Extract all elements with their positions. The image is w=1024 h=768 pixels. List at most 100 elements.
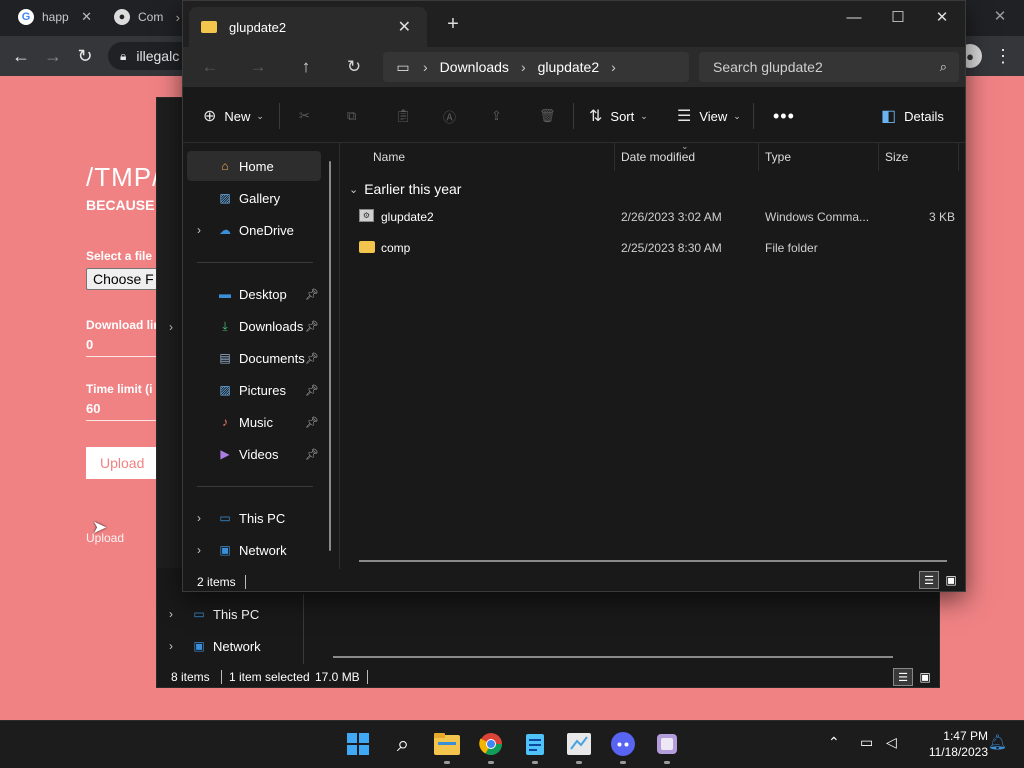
- clock-date[interactable]: 11/18/2023: [912, 745, 988, 759]
- time-limit-label: Time limit (i: [86, 382, 153, 396]
- file-row[interactable]: comp 2/25/2023 8:30 AM File folder: [355, 236, 959, 260]
- toolbar-divider: [279, 103, 280, 129]
- address-box[interactable]: ▭ › Downloads › glupdate2 ›: [383, 52, 689, 82]
- search-input[interactable]: Search glupdate2 ⌕: [699, 52, 959, 82]
- forward-arrow-icon[interactable]: →: [38, 40, 68, 72]
- breadcrumb-downloads[interactable]: Downloads: [440, 59, 509, 75]
- cut-icon[interactable]: ✂: [299, 102, 310, 130]
- back-arrow-icon[interactable]: ←: [6, 40, 36, 72]
- notification-bell-icon[interactable]: 🔔︎: [988, 733, 1007, 751]
- status-item-count: 2 items: [197, 575, 236, 589]
- chevron-right-icon[interactable]: ›: [611, 59, 616, 75]
- nav-item-gallery[interactable]: ▨ Gallery: [187, 183, 321, 213]
- nav-item-network[interactable]: › ▣ Network: [187, 535, 321, 565]
- time-limit-input[interactable]: 60: [86, 401, 100, 416]
- nav-item-music[interactable]: ♪ Music 📌︎: [187, 407, 321, 437]
- column-header-size[interactable]: Size: [877, 143, 959, 171]
- explorer-tab[interactable]: glupdate2 ✕: [189, 7, 427, 47]
- column-header-type[interactable]: Type: [757, 143, 879, 171]
- nav-label: This PC: [213, 606, 260, 622]
- nav-label: Videos: [239, 446, 279, 462]
- nav-label: Downloads: [239, 318, 304, 334]
- nav-item-documents[interactable]: ▤ Documents 📌︎: [187, 343, 321, 373]
- horizontal-scrollbar[interactable]: [333, 656, 893, 658]
- paint-icon[interactable]: [563, 728, 595, 760]
- details-view-icon[interactable]: ☰: [893, 668, 913, 686]
- view-button[interactable]: ☰ View ⌄: [677, 102, 741, 130]
- close-browser-icon[interactable]: ✕: [984, 4, 1016, 28]
- back-arrow-icon[interactable]: ←: [193, 53, 227, 81]
- running-indicator: [664, 761, 670, 764]
- reload-icon[interactable]: ↻: [70, 40, 100, 72]
- nav-item-desktop[interactable]: ▬ Desktop 📌︎: [187, 279, 321, 309]
- close-tab-icon[interactable]: ✕: [398, 17, 411, 37]
- nav-item-downloads[interactable]: ⤓ Downloads 📌︎: [187, 311, 321, 341]
- file-explorer-icon[interactable]: [431, 728, 463, 760]
- discord-icon[interactable]: [607, 728, 639, 760]
- more-options-icon[interactable]: •••: [773, 102, 795, 130]
- group-header[interactable]: ⌄ Earlier this year: [349, 179, 461, 199]
- chevron-up-icon[interactable]: ⌃: [828, 734, 840, 751]
- chevron-right-icon[interactable]: ›: [197, 543, 201, 557]
- minimize-icon[interactable]: —: [831, 1, 877, 33]
- download-limit-input[interactable]: 0: [86, 337, 93, 352]
- menu-kebab-icon[interactable]: ⋮: [988, 40, 1018, 72]
- up-arrow-icon[interactable]: ↑: [289, 53, 323, 81]
- details-button[interactable]: ◧ Details: [881, 102, 944, 130]
- close-window-icon[interactable]: ✕: [919, 1, 965, 33]
- app-icon[interactable]: [651, 728, 683, 760]
- column-header-name[interactable]: Name: [365, 143, 615, 171]
- rename-icon[interactable]: Ⓐ: [443, 102, 456, 130]
- file-row[interactable]: ⚙ glupdate2 2/26/2023 3:02 AM Windows Co…: [355, 205, 959, 229]
- nav-item-videos[interactable]: ▶ Videos 📌︎: [187, 439, 321, 469]
- browser-tab[interactable]: ● Com ›: [96, 0, 188, 34]
- paste-icon[interactable]: 📋︎: [395, 102, 412, 130]
- horizontal-scrollbar[interactable]: [359, 560, 947, 562]
- share-icon[interactable]: ⇪: [491, 102, 502, 130]
- chevron-right-icon[interactable]: ›: [169, 320, 173, 334]
- tiles-view-icon[interactable]: ▣: [941, 571, 961, 589]
- input-underline: [86, 420, 156, 421]
- chevron-right-icon[interactable]: ›: [197, 223, 201, 237]
- display-icon[interactable]: ▭: [860, 734, 873, 751]
- details-view-icon[interactable]: ☰: [919, 571, 939, 589]
- notepad-icon[interactable]: [519, 728, 551, 760]
- chevron-right-icon[interactable]: ›: [197, 511, 201, 525]
- start-icon[interactable]: [342, 728, 374, 760]
- refresh-icon[interactable]: ↻: [337, 53, 371, 81]
- chevron-right-icon: ›: [175, 9, 180, 25]
- page-subtitle: BECAUSE: [86, 197, 155, 213]
- column-header-date[interactable]: Date modified: [613, 143, 759, 171]
- file-size: 3 KB: [929, 210, 956, 224]
- clock-time[interactable]: 1:47 PM: [912, 729, 988, 743]
- running-indicator: [444, 761, 450, 764]
- copy-icon[interactable]: ⧉: [347, 102, 356, 130]
- new-button[interactable]: ⊕ New ⌄: [203, 102, 264, 130]
- delete-icon[interactable]: 🗑︎: [539, 102, 556, 130]
- new-tab-icon[interactable]: +: [441, 13, 465, 36]
- volume-muted-icon[interactable]: ◁: [886, 734, 897, 751]
- file-date: 2/25/2023 8:30 AM: [621, 241, 722, 255]
- sort-button[interactable]: ⇅ Sort ⌄: [589, 102, 648, 130]
- this-pc-icon: ▭: [193, 607, 205, 621]
- nav-item-this-pc[interactable]: › ▭ This PC: [187, 503, 321, 533]
- maximize-icon[interactable]: ☐: [875, 1, 921, 33]
- nav-item-onedrive[interactable]: › ☁ OneDrive: [187, 215, 321, 245]
- chevron-down-icon: ⌄: [733, 110, 741, 121]
- input-underline: [86, 356, 156, 357]
- close-tab-icon[interactable]: ✕: [81, 9, 92, 25]
- chrome-icon[interactable]: [475, 728, 507, 760]
- upload-button[interactable]: Upload: [86, 447, 156, 479]
- breadcrumb-glupdate2[interactable]: glupdate2: [538, 59, 600, 75]
- back-nav-network[interactable]: › ▣ Network: [165, 634, 305, 658]
- choose-file-button[interactable]: Choose F: [86, 268, 162, 290]
- network-icon: ▣: [193, 639, 205, 653]
- forward-arrow-icon[interactable]: →: [241, 53, 275, 81]
- nav-item-pictures[interactable]: ▨ Pictures 📌︎: [187, 375, 321, 405]
- nav-item-home[interactable]: ⌂ Home: [187, 151, 321, 181]
- tiles-view-icon[interactable]: ▣: [915, 668, 935, 686]
- browser-tab[interactable]: G happ ✕: [0, 0, 100, 34]
- search-icon[interactable]: ⌕: [387, 728, 419, 760]
- nav-pane-scrollbar[interactable]: [329, 161, 331, 551]
- back-nav-this-pc[interactable]: › ▭ This PC: [165, 602, 305, 626]
